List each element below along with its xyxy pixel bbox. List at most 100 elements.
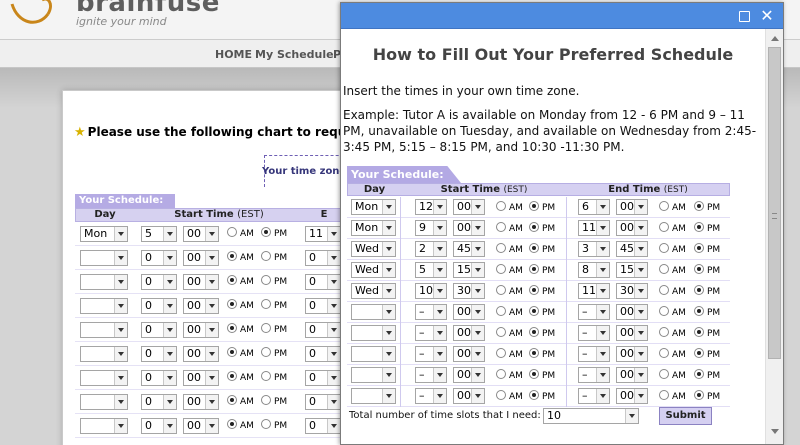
start-minute-select[interactable]: 15: [453, 262, 485, 278]
end-pm-radio[interactable]: [694, 327, 704, 337]
bg-pm-radio[interactable]: [261, 227, 271, 237]
start-minute-select[interactable]: 45: [453, 241, 485, 257]
bg-start-hour-select[interactable]: 0: [141, 370, 177, 386]
day-select[interactable]: Mon: [351, 220, 396, 236]
start-minute-select[interactable]: 00: [453, 304, 485, 320]
end-pm-radio[interactable]: [694, 369, 704, 379]
start-hour-select[interactable]: –: [415, 304, 447, 320]
end-hour-select[interactable]: 6: [578, 199, 610, 215]
bg-start-hour-select[interactable]: 0: [141, 322, 177, 338]
bg-end-hour-select[interactable]: 0: [305, 322, 341, 338]
start-pm-radio[interactable]: [529, 327, 539, 337]
bg-pm-radio[interactable]: [261, 371, 271, 381]
end-am-radio[interactable]: [659, 390, 669, 400]
end-pm-radio[interactable]: [694, 264, 704, 274]
bg-day-select[interactable]: [80, 418, 128, 434]
start-pm-radio[interactable]: [529, 201, 539, 211]
bg-start-minute-select[interactable]: 00: [183, 346, 219, 362]
start-hour-select[interactable]: 9: [415, 220, 447, 236]
end-minute-select[interactable]: 00: [616, 325, 648, 341]
end-am-radio[interactable]: [659, 201, 669, 211]
bg-start-hour-select[interactable]: 5: [141, 226, 177, 242]
start-pm-radio[interactable]: [529, 264, 539, 274]
bg-end-hour-select[interactable]: 0: [305, 394, 341, 410]
end-am-radio[interactable]: [659, 369, 669, 379]
bg-am-radio[interactable]: [227, 371, 237, 381]
bg-pm-radio[interactable]: [261, 347, 271, 357]
start-am-radio[interactable]: [496, 201, 506, 211]
end-pm-radio[interactable]: [694, 306, 704, 316]
bg-am-radio[interactable]: [227, 227, 237, 237]
start-pm-radio[interactable]: [529, 243, 539, 253]
day-select[interactable]: Wed: [351, 241, 396, 257]
start-pm-radio[interactable]: [529, 369, 539, 379]
start-am-radio[interactable]: [496, 348, 506, 358]
submit-button[interactable]: Submit: [659, 407, 712, 425]
slots-select[interactable]: 10: [543, 408, 639, 424]
timezone-label[interactable]: Your time zone: [262, 166, 346, 177]
end-hour-select[interactable]: 8: [578, 262, 610, 278]
end-am-radio[interactable]: [659, 306, 669, 316]
end-am-radio[interactable]: [659, 285, 669, 295]
start-am-radio[interactable]: [496, 306, 506, 316]
bg-am-radio[interactable]: [227, 323, 237, 333]
end-minute-select[interactable]: 00: [616, 304, 648, 320]
end-minute-select[interactable]: 00: [616, 367, 648, 383]
end-am-radio[interactable]: [659, 327, 669, 337]
bg-am-radio[interactable]: [227, 251, 237, 261]
end-minute-select[interactable]: 00: [616, 199, 648, 215]
bg-am-radio[interactable]: [227, 419, 237, 429]
start-hour-select[interactable]: 12: [415, 199, 447, 215]
bg-start-minute-select[interactable]: 00: [183, 226, 219, 242]
bg-start-hour-select[interactable]: 0: [141, 298, 177, 314]
bg-pm-radio[interactable]: [261, 419, 271, 429]
bg-end-hour-select[interactable]: 0: [305, 418, 341, 434]
start-minute-select[interactable]: 00: [453, 388, 485, 404]
bg-am-radio[interactable]: [227, 395, 237, 405]
end-pm-radio[interactable]: [694, 201, 704, 211]
bg-start-minute-select[interactable]: 00: [183, 418, 219, 434]
day-select[interactable]: Wed: [351, 283, 396, 299]
bg-am-radio[interactable]: [227, 299, 237, 309]
end-minute-select[interactable]: 00: [616, 388, 648, 404]
start-am-radio[interactable]: [496, 369, 506, 379]
start-minute-select[interactable]: 00: [453, 199, 485, 215]
start-am-radio[interactable]: [496, 264, 506, 274]
bg-start-hour-select[interactable]: 0: [141, 274, 177, 290]
end-am-radio[interactable]: [659, 222, 669, 232]
bg-am-radio[interactable]: [227, 347, 237, 357]
bg-day-select[interactable]: [80, 274, 128, 290]
day-select[interactable]: [351, 304, 396, 320]
day-select[interactable]: [351, 325, 396, 341]
bg-pm-radio[interactable]: [261, 395, 271, 405]
day-select[interactable]: [351, 346, 396, 362]
start-am-radio[interactable]: [496, 222, 506, 232]
start-hour-select[interactable]: –: [415, 388, 447, 404]
close-icon[interactable]: ✕: [759, 8, 775, 24]
bg-start-hour-select[interactable]: 0: [141, 250, 177, 266]
bg-end-hour-select[interactable]: 11: [305, 226, 341, 242]
start-pm-radio[interactable]: [529, 348, 539, 358]
end-hour-select[interactable]: 11: [578, 283, 610, 299]
bg-pm-radio[interactable]: [261, 299, 271, 309]
bg-start-minute-select[interactable]: 00: [183, 322, 219, 338]
bg-am-radio[interactable]: [227, 275, 237, 285]
maximize-icon[interactable]: [739, 11, 750, 22]
bg-day-select[interactable]: Mon: [80, 226, 128, 242]
start-hour-select[interactable]: –: [415, 325, 447, 341]
day-select[interactable]: Mon: [351, 199, 396, 215]
bg-pm-radio[interactable]: [261, 275, 271, 285]
bg-pm-radio[interactable]: [261, 251, 271, 261]
bg-start-minute-select[interactable]: 00: [183, 370, 219, 386]
bg-day-select[interactable]: [80, 346, 128, 362]
end-minute-select[interactable]: 45: [616, 241, 648, 257]
day-select[interactable]: [351, 388, 396, 404]
bg-start-minute-select[interactable]: 00: [183, 394, 219, 410]
bg-day-select[interactable]: [80, 370, 128, 386]
bg-start-minute-select[interactable]: 00: [183, 250, 219, 266]
start-hour-select[interactable]: 10: [415, 283, 447, 299]
bg-start-hour-select[interactable]: 0: [141, 394, 177, 410]
bg-end-hour-select[interactable]: 0: [305, 346, 341, 362]
start-hour-select[interactable]: 5: [415, 262, 447, 278]
bg-day-select[interactable]: [80, 394, 128, 410]
